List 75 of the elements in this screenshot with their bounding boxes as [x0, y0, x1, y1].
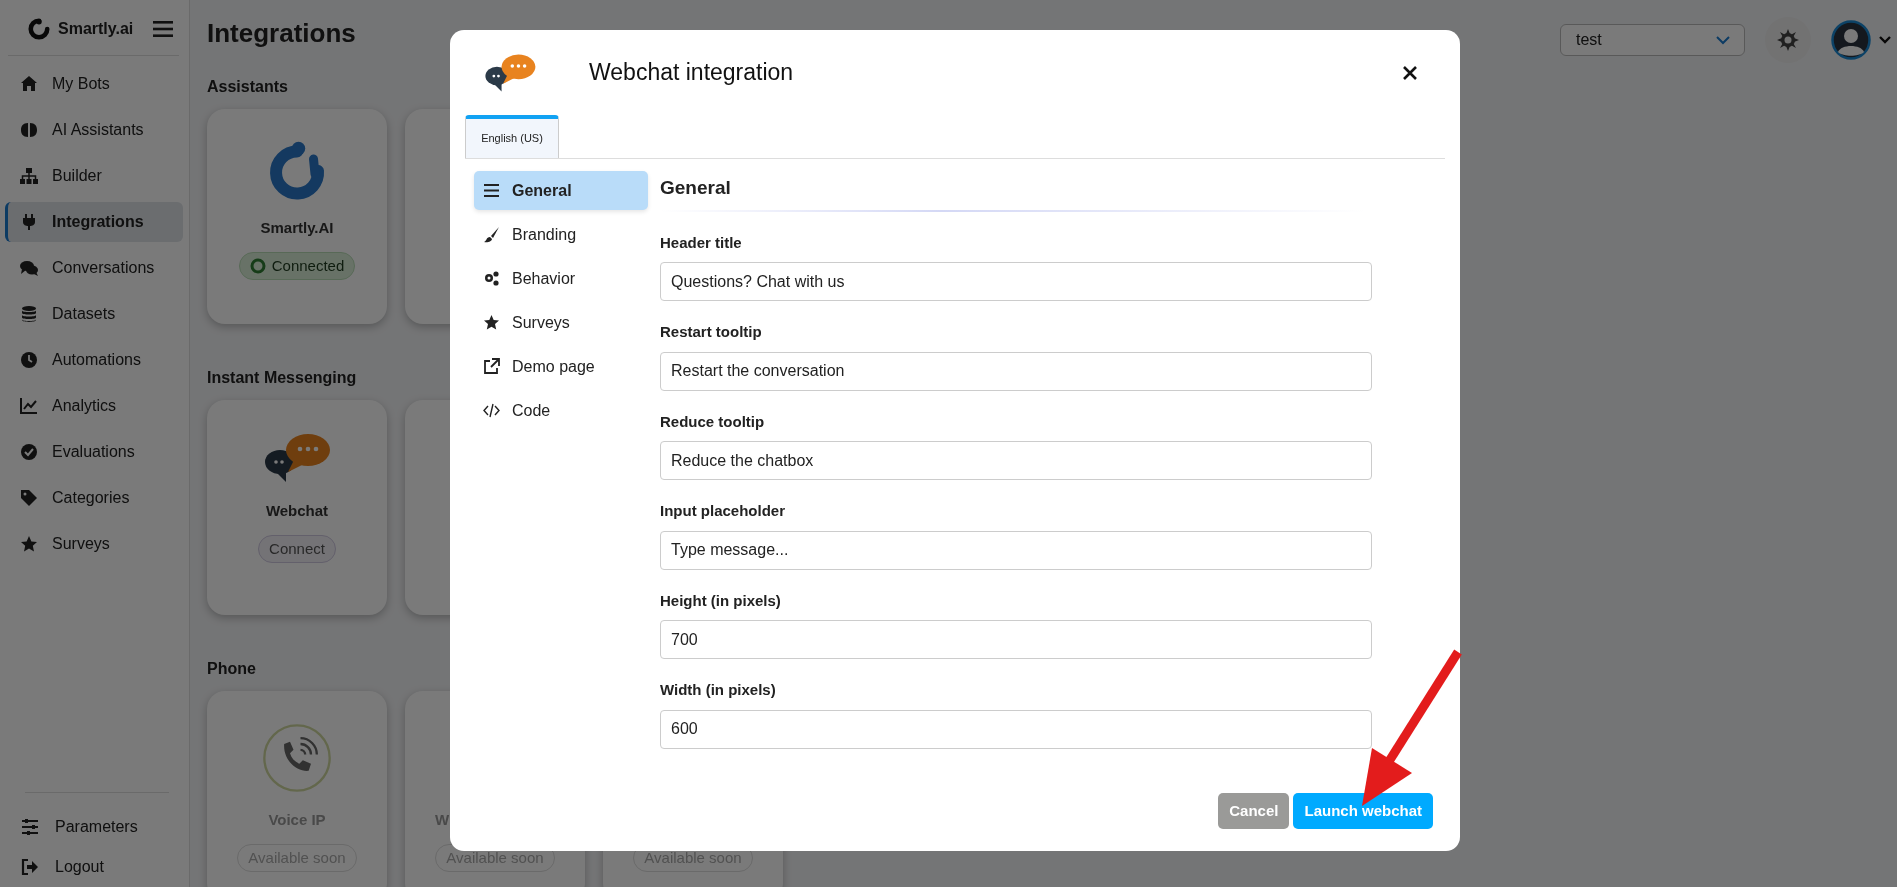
- section-heading: Instant Messenging: [207, 368, 357, 389]
- brush-icon: [483, 226, 500, 243]
- logout-icon: [21, 858, 39, 876]
- section-heading: Assistants: [207, 77, 288, 98]
- sitemap-icon: [20, 167, 38, 185]
- clock-icon: [20, 351, 38, 369]
- chat-bubbles-icon: [483, 52, 537, 93]
- field-label: Reduce tooltip: [660, 411, 766, 432]
- integration-name: Webchat: [265, 501, 329, 522]
- field-label: Height (in pixels): [660, 590, 782, 611]
- section-heading: Phone: [207, 659, 256, 680]
- sidebar-item[interactable]: AI Assistants: [5, 110, 183, 150]
- phone-icon: [262, 723, 332, 794]
- avatar-icon: [1831, 20, 1871, 60]
- tag-icon: [20, 489, 38, 507]
- page-title: Integrations: [207, 18, 356, 50]
- menu-icon: [153, 21, 173, 38]
- line-chart-icon: [20, 397, 38, 415]
- sliders-icon: [21, 818, 39, 836]
- external-link-icon: [483, 358, 500, 375]
- nav-item[interactable]: Demo page: [474, 347, 648, 386]
- input-field[interactable]: 600: [660, 709, 1372, 749]
- close-icon: [1402, 64, 1418, 81]
- input-field[interactable]: Restart the conversation: [660, 351, 1372, 391]
- brand-name: Smartly.ai: [58, 18, 134, 39]
- sidebar-item[interactable]: Datasets: [5, 294, 183, 334]
- modal-title: Webchat integration: [589, 58, 795, 87]
- chat-bubbles-icon: [20, 259, 38, 277]
- chevron-down-icon: [1716, 35, 1730, 45]
- sidebar-item[interactable]: Evaluations: [5, 432, 183, 472]
- nav-item[interactable]: General: [474, 171, 648, 210]
- gear-icon: [1777, 29, 1799, 51]
- theme-button[interactable]: [1765, 17, 1811, 63]
- language-tab[interactable]: English (US): [465, 115, 559, 158]
- input-field[interactable]: Type message...: [660, 530, 1372, 570]
- sidebar-item[interactable]: Surveys: [5, 524, 183, 564]
- logo-icon: [28, 17, 50, 40]
- sidebar-item[interactable]: Integrations: [5, 202, 183, 242]
- nav-item[interactable]: Surveys: [474, 303, 648, 342]
- input-field[interactable]: 700: [660, 620, 1372, 660]
- sidebar-item[interactable]: Automations: [5, 340, 183, 380]
- field-label: Width (in pixels): [660, 680, 777, 701]
- launch-button[interactable]: Launch webchat: [1293, 793, 1433, 829]
- sidebar-item[interactable]: Builder: [5, 156, 183, 196]
- ring-icon: [249, 257, 266, 274]
- field-label: Header title: [660, 232, 743, 253]
- list-icon: [483, 182, 500, 199]
- code-icon: [483, 402, 500, 419]
- input-field[interactable]: Questions? Chat with us: [660, 262, 1372, 302]
- plug-icon: [20, 213, 38, 231]
- nav-item[interactable]: Code: [474, 391, 648, 430]
- sidebar-item[interactable]: Analytics: [5, 386, 183, 426]
- chevron-down-icon: [1879, 36, 1891, 44]
- nav-item[interactable]: Branding: [474, 215, 648, 254]
- check-circle-icon: [20, 443, 38, 461]
- field-label: Restart tooltip: [660, 322, 763, 343]
- status-pill[interactable]: Connect: [258, 534, 336, 564]
- star-icon: [20, 535, 38, 553]
- nav-item[interactable]: Behavior: [474, 259, 648, 298]
- input-field[interactable]: Reduce the chatbox: [660, 441, 1372, 481]
- sidebar-item[interactable]: My Bots: [5, 64, 183, 104]
- sidebar-item[interactable]: Categories: [5, 478, 183, 518]
- home-icon: [20, 75, 38, 93]
- sidebar-item[interactable]: Conversations: [5, 248, 183, 288]
- cancel-button[interactable]: Cancel: [1218, 793, 1290, 829]
- sidebar-item[interactable]: Parameters: [21, 807, 169, 847]
- section-title: General: [660, 177, 732, 200]
- integration-name: Smartly.AI: [260, 218, 334, 239]
- status-pill: Connected: [238, 251, 356, 281]
- sidebar-item[interactable]: Logout: [21, 847, 169, 887]
- bot-select[interactable]: test: [1560, 24, 1745, 56]
- database-icon: [20, 305, 38, 323]
- star-icon: [483, 314, 500, 331]
- ring-logo-icon: [267, 141, 327, 202]
- field-label: Input placeholder: [660, 501, 786, 522]
